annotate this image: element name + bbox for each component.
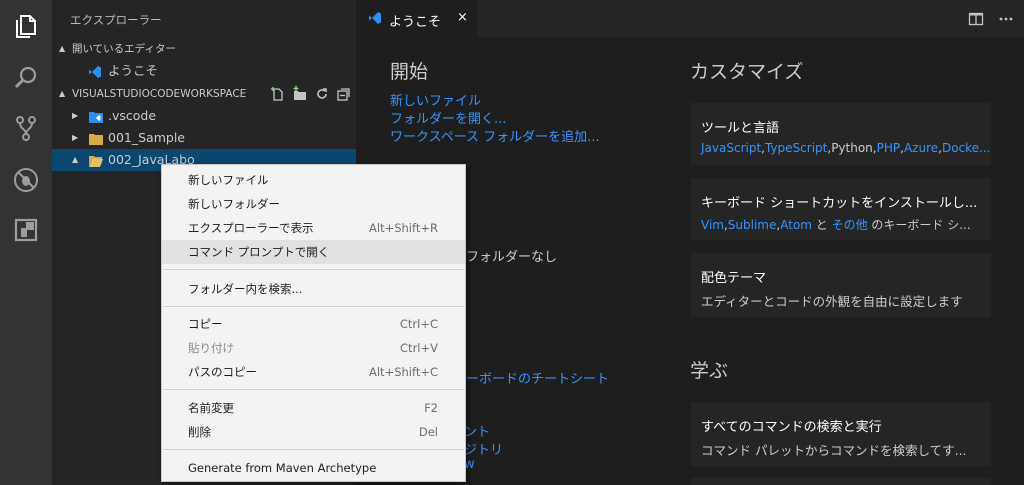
collapse-all-icon[interactable] xyxy=(336,86,352,102)
keyboard-cheatsheet-link[interactable]: ーボードのチートシート xyxy=(466,368,609,387)
card-desc: JavaScript,TypeScript,Python,PHP,Azure,D… xyxy=(701,141,991,155)
menu-item-reveal-in-explorer[interactable]: エクスプローラーで表示 Alt+Shift+R xyxy=(162,216,465,240)
menu-item-copy[interactable]: コピー Ctrl+C xyxy=(162,312,465,336)
folder-open-icon xyxy=(88,153,104,175)
card-desc: コマンド パレットからコマンドを検索してす... xyxy=(701,443,967,458)
menu-item-new-folder[interactable]: 新しいフォルダー xyxy=(162,192,465,216)
chevron-down-icon: ▲ xyxy=(59,89,66,98)
learn-card-2[interactable] xyxy=(691,478,991,485)
more-actions-icon[interactable] xyxy=(998,11,1014,30)
open-folder-link[interactable]: フォルダーを開く... xyxy=(390,108,506,127)
split-editor-icon[interactable] xyxy=(968,11,984,30)
tab-welcome[interactable]: ようこそ × xyxy=(356,0,477,37)
card-title: キーボード ショートカットをインストールし... xyxy=(701,196,978,211)
search-icon[interactable] xyxy=(12,64,40,92)
menu-item-find-in-folder[interactable]: フォルダー内を検索... xyxy=(162,277,465,301)
open-editors-label: 開いているエディター xyxy=(72,43,176,55)
card-desc: エディターとコードの外観を自由に設定します xyxy=(701,294,963,309)
help-link-2[interactable]: ント xyxy=(464,421,490,440)
card-desc: Vim,Sublime,Atom と その他 のキーボード シ... xyxy=(701,218,971,232)
menu-separator xyxy=(163,306,464,307)
chevron-right-icon: ▶ xyxy=(72,133,79,142)
learn-heading: 学ぶ xyxy=(690,360,729,382)
sidebar-title: エクスプローラー xyxy=(70,13,162,27)
tab-bar: ようこそ × xyxy=(356,0,1024,37)
menu-item-new-file[interactable]: 新しいファイル xyxy=(162,168,465,192)
refresh-icon[interactable] xyxy=(314,86,330,102)
close-icon[interactable]: × xyxy=(457,10,468,25)
debug-icon[interactable] xyxy=(12,166,40,194)
command-palette-card[interactable]: すべてのコマンドの検索と実行 コマンド パレットからコマンドを検索してす... xyxy=(691,402,991,466)
extensions-icon[interactable] xyxy=(12,216,40,244)
context-menu: 新しいファイル 新しいフォルダー エクスプローラーで表示 Alt+Shift+R… xyxy=(161,164,466,482)
start-heading: 開始 xyxy=(390,61,429,83)
tree-item-vscode[interactable]: ▶ .vscode xyxy=(52,105,356,127)
tree-item-001-sample[interactable]: ▶ 001_Sample xyxy=(52,127,356,149)
open-editor-label: ようこそ xyxy=(108,63,159,78)
activity-bar xyxy=(0,0,52,485)
card-title: すべてのコマンドの検索と実行 xyxy=(701,420,882,435)
customize-heading: カスタマイズ xyxy=(690,61,804,83)
menu-separator xyxy=(163,389,464,390)
menu-item-delete[interactable]: 削除 Del xyxy=(162,420,465,444)
open-editors-header[interactable]: ▲ 開いているエディター xyxy=(52,38,356,60)
new-folder-icon[interactable] xyxy=(292,86,308,102)
help-link-3[interactable]: ジトリ xyxy=(464,439,503,458)
chevron-right-icon: ▶ xyxy=(72,111,79,120)
recent-empty-text: フォルダーなし xyxy=(466,250,558,265)
keyboard-shortcuts-card[interactable]: キーボード ショートカットをインストールし... Vim,Sublime,Ato… xyxy=(691,178,991,240)
source-control-icon[interactable] xyxy=(12,114,40,142)
tools-languages-card[interactable]: ツールと言語 JavaScript,TypeScript,Python,PHP,… xyxy=(691,103,991,165)
chevron-down-icon: ▲ xyxy=(59,44,66,53)
menu-item-paste[interactable]: 貼り付け Ctrl+V xyxy=(162,336,465,360)
card-title: ツールと言語 xyxy=(701,121,780,136)
menu-separator xyxy=(163,449,464,450)
menu-item-generate-maven-archetype[interactable]: Generate from Maven Archetype xyxy=(162,456,465,480)
open-editor-item[interactable]: ようこそ xyxy=(52,60,356,82)
vscode-icon xyxy=(368,11,382,28)
color-theme-card[interactable]: 配色テーマ エディターとコードの外観を自由に設定します xyxy=(691,253,991,317)
explorer-icon[interactable] xyxy=(12,12,40,40)
menu-item-rename[interactable]: 名前変更 F2 xyxy=(162,396,465,420)
menu-item-copy-path[interactable]: パスのコピー Alt+Shift+C xyxy=(162,360,465,384)
card-title: 配色テーマ xyxy=(701,271,767,286)
menu-separator xyxy=(163,269,464,270)
chevron-down-icon: ▲ xyxy=(72,155,79,164)
menu-item-open-in-command-prompt[interactable]: コマンド プロンプトで開く xyxy=(162,240,465,264)
new-file-link[interactable]: 新しいファイル xyxy=(390,90,481,109)
tree-item-label: 001_Sample xyxy=(108,130,185,145)
add-workspace-folder-link[interactable]: ワークスペース フォルダーを追加... xyxy=(390,126,600,145)
workspace-header[interactable]: ▲ VISUALSTUDIOCODEWORKSPACE xyxy=(52,83,356,105)
new-file-icon[interactable] xyxy=(270,86,286,102)
tab-label: ようこそ xyxy=(389,15,442,30)
tree-item-label: .vscode xyxy=(108,108,157,123)
workspace-label: VISUALSTUDIOCODEWORKSPACE xyxy=(72,88,247,100)
